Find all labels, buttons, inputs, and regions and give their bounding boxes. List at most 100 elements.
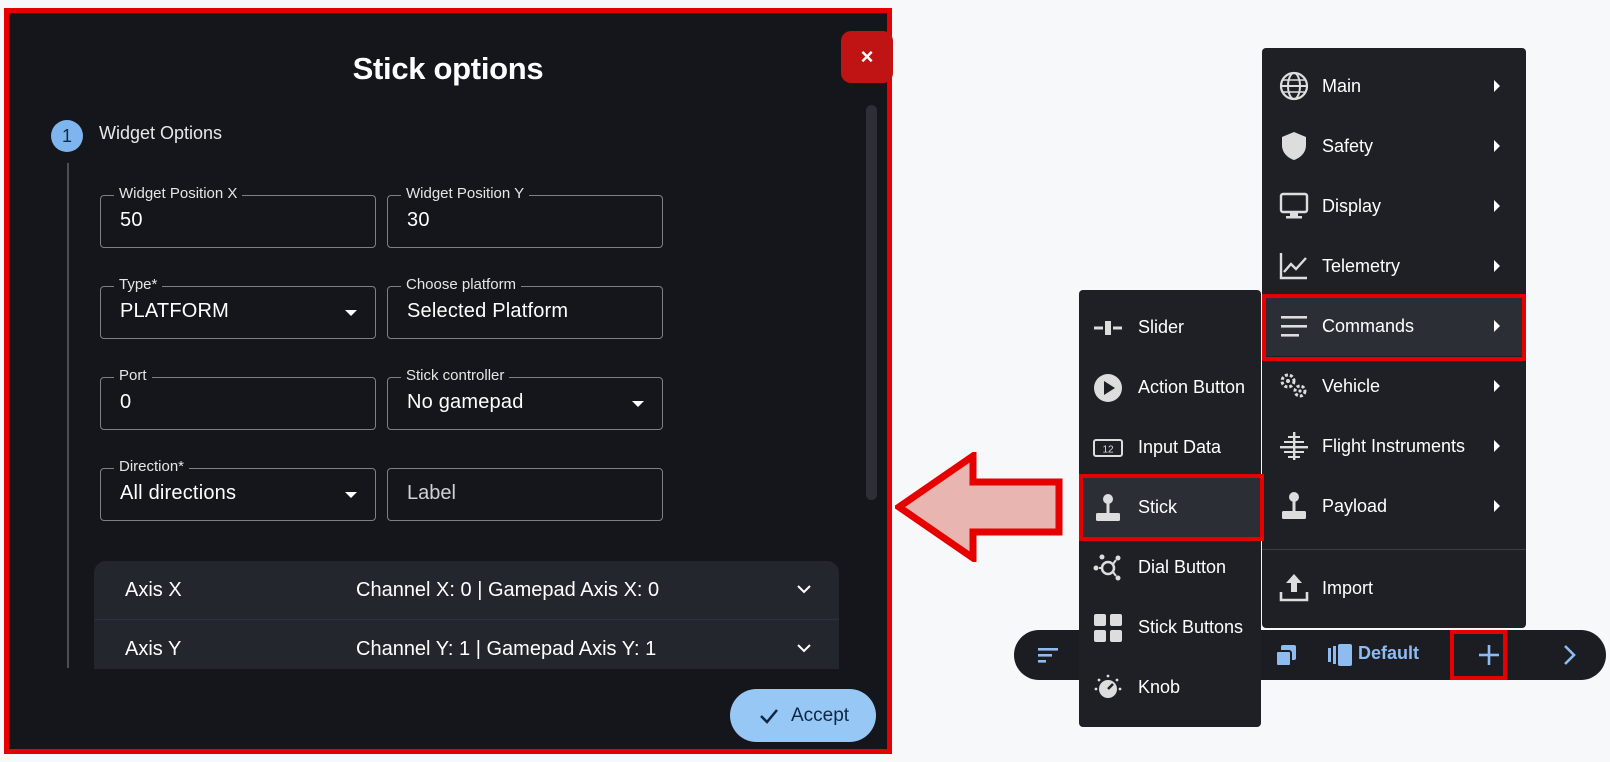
monitor-icon: [1279, 192, 1309, 219]
sort-lines-icon[interactable]: [1034, 641, 1062, 669]
step-connector: [67, 163, 69, 668]
choose-platform-label: Choose platform: [401, 276, 522, 293]
chevron-down-icon[interactable]: [794, 638, 814, 658]
dialog-title: Stick options: [352, 51, 544, 86]
grid-icon: [1094, 614, 1122, 642]
menu-divider: [1262, 549, 1526, 550]
menu-item-label: Payload: [1322, 495, 1388, 516]
play-circle-icon: [1094, 374, 1122, 402]
stick-highlight: [1079, 474, 1264, 541]
submenu-item-label: Action Button: [1138, 377, 1246, 397]
widget-position-x-label: Widget Position X: [114, 185, 243, 202]
submenu-item-slider[interactable]: Slider: [1079, 298, 1261, 358]
choose-platform-value: Selected Platform: [407, 300, 569, 322]
widget-position-x-value: 50: [120, 209, 143, 231]
stick-options-dialog: Stick options × 1 Widget Options Widget …: [4, 8, 893, 754]
port-value: 0: [120, 391, 132, 413]
knob-icon: [1094, 674, 1122, 698]
submenu-item-input-data[interactable]: 12 Input Data: [1079, 418, 1261, 478]
submenu-item-label: Dial Button: [1138, 557, 1227, 577]
submenu-item-knob[interactable]: Knob: [1079, 658, 1261, 718]
label-placeholder: Label: [407, 482, 456, 504]
accept-button[interactable]: Accept: [730, 689, 876, 742]
caret-down-icon: [632, 401, 644, 407]
submenu-item-label: Stick Buttons: [1138, 617, 1244, 637]
caret-right-icon: [1494, 500, 1500, 512]
copy-views-icon[interactable]: [1272, 641, 1300, 669]
gears-icon: [1280, 373, 1307, 398]
direction-select[interactable]: Direction* All directions: [100, 458, 376, 521]
caret-right-icon: [1494, 440, 1500, 452]
widget-position-y-value: 30: [407, 209, 430, 231]
menu-item-label: Vehicle: [1322, 375, 1381, 396]
close-button[interactable]: ×: [841, 31, 893, 83]
chevron-down-icon[interactable]: [794, 579, 814, 599]
slider-icon: [1094, 319, 1122, 337]
menu-item-label: Safety: [1322, 135, 1374, 156]
choose-platform-field[interactable]: Choose platform Selected Platform: [387, 276, 663, 339]
direction-label: Direction*: [114, 458, 190, 475]
menu-item-payload[interactable]: Payload: [1262, 476, 1526, 536]
svg-text:12: 12: [1102, 445, 1114, 456]
axis-x-info: Channel X: 0 | Gamepad Axis X: 0: [356, 579, 660, 601]
dialog-scrollbar[interactable]: [866, 105, 877, 500]
caret-right-icon: [1494, 260, 1500, 272]
axis-panel: Axis X Channel X: 0 | Gamepad Axis X: 0 …: [94, 561, 839, 669]
axis-y-row[interactable]: Axis Y Channel Y: 1 | Gamepad Axis Y: 1: [94, 619, 839, 669]
numeric-input-icon: 12: [1093, 439, 1123, 457]
upload-icon: [1279, 574, 1309, 602]
stick-controller-select[interactable]: Stick controller No gamepad: [387, 367, 663, 430]
menu-item-label: Flight Instruments: [1322, 435, 1466, 456]
profile-name[interactable]: Default: [1358, 643, 1419, 664]
menu-item-label: Import: [1322, 577, 1374, 598]
shield-icon: [1282, 132, 1306, 160]
submenu-item-dial-button[interactable]: Dial Button: [1079, 538, 1261, 598]
submenu-item-label: Knob: [1138, 677, 1181, 697]
caret-right-icon: [1494, 80, 1500, 92]
submenu-item-label: Slider: [1138, 317, 1185, 337]
caret-right-icon: [1494, 140, 1500, 152]
menu-item-vehicle[interactable]: Vehicle: [1262, 356, 1526, 416]
menu-item-label: Display: [1322, 195, 1382, 216]
widget-position-y-field[interactable]: Widget Position Y 30: [387, 185, 663, 248]
axis-y-info: Channel Y: 1 | Gamepad Axis Y: 1: [356, 638, 657, 660]
axis-x-row[interactable]: Axis X Channel X: 0 | Gamepad Axis X: 0: [94, 561, 839, 615]
submenu-item-action-button[interactable]: Action Button: [1079, 358, 1261, 418]
add-button-highlight: [1450, 630, 1507, 680]
commands-highlight: [1262, 294, 1526, 361]
widget-position-y-label: Widget Position Y: [401, 185, 530, 202]
port-field[interactable]: Port 0: [100, 367, 376, 430]
stick-controller-value: No gamepad: [407, 391, 524, 413]
attitude-icon: [1280, 432, 1308, 460]
menu-item-label: Main: [1322, 75, 1362, 96]
caret-down-icon: [345, 492, 357, 498]
type-select[interactable]: Type* PLATFORM: [100, 276, 376, 339]
widget-position-x-field[interactable]: Widget Position X 50: [100, 185, 376, 248]
menu-item-flight-instruments[interactable]: Flight Instruments: [1262, 416, 1526, 476]
check-icon: [760, 708, 778, 724]
menu-item-main[interactable]: Main: [1262, 56, 1526, 116]
caret-right-icon: [1494, 200, 1500, 212]
type-value: PLATFORM: [120, 300, 230, 322]
accept-label: Accept: [790, 704, 850, 726]
submenu-item-label: Input Data: [1138, 437, 1222, 457]
port-label: Port: [114, 367, 152, 384]
menu-item-import[interactable]: Import: [1262, 558, 1526, 618]
label-field[interactable]: Label: [387, 468, 663, 521]
step-label: Widget Options: [99, 123, 223, 143]
globe-icon: [1279, 71, 1309, 101]
menu-item-safety[interactable]: Safety: [1262, 116, 1526, 176]
line-chart-icon: [1279, 253, 1307, 280]
joystick-icon: [1282, 492, 1306, 519]
pointer-arrow-icon: [895, 452, 1063, 562]
menu-item-telemetry[interactable]: Telemetry: [1262, 236, 1526, 296]
chevron-right-icon[interactable]: [1555, 641, 1583, 669]
axis-x-name: Axis X: [125, 579, 182, 601]
stick-controller-label: Stick controller: [401, 367, 510, 384]
caret-right-icon: [1494, 380, 1500, 392]
view-carousel-icon: [1328, 644, 1352, 666]
submenu-item-stick-buttons[interactable]: Stick Buttons: [1079, 598, 1261, 658]
direction-value: All directions: [120, 482, 237, 504]
menu-item-display[interactable]: Display: [1262, 176, 1526, 236]
menu-item-label: Telemetry: [1322, 255, 1401, 276]
